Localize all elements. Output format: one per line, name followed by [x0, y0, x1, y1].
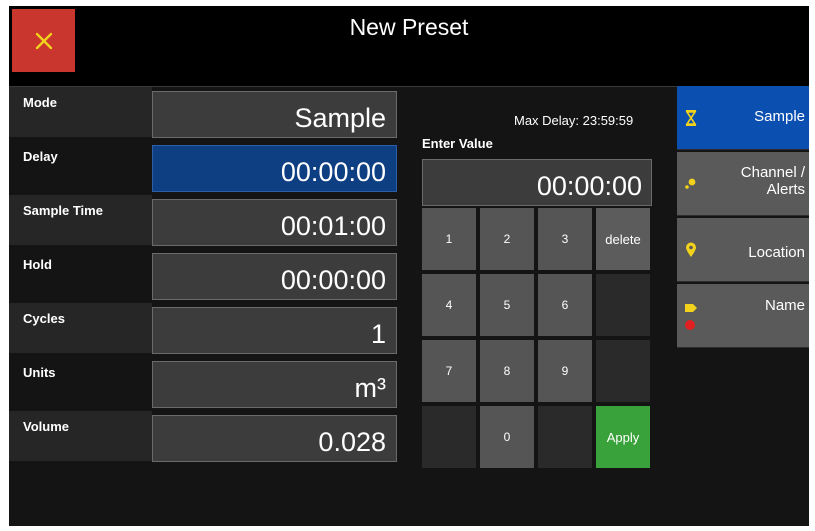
- app-screen: New Preset Mode Sample Delay 00:00:00 Sa…: [9, 6, 809, 526]
- preset-form: Mode Sample Delay 00:00:00 Sample Time 0…: [9, 86, 677, 526]
- tab-channel-alerts[interactable]: Channel / Alerts: [677, 152, 809, 216]
- tab-label: Channel / Alerts: [740, 164, 805, 198]
- sample-time-field[interactable]: 00:01:00: [152, 199, 397, 246]
- key-6[interactable]: 6: [538, 274, 592, 336]
- key-9[interactable]: 9: [538, 340, 592, 402]
- blank-key: [596, 274, 650, 336]
- sidebar: Sample Channel / Alerts Location Name: [677, 86, 809, 526]
- apply-button[interactable]: Apply: [596, 406, 650, 468]
- key-3[interactable]: 3: [538, 208, 592, 270]
- cycles-field[interactable]: 1: [152, 307, 397, 354]
- tag-icon: [683, 284, 699, 348]
- volume-field[interactable]: 0.028: [152, 415, 397, 462]
- blank-key: [596, 340, 650, 402]
- key-8[interactable]: 8: [480, 340, 534, 402]
- alerts-icon: [683, 152, 699, 216]
- value-display: 00:00:00: [422, 159, 652, 206]
- enter-value-label: Enter Value: [422, 136, 493, 151]
- delay-field[interactable]: 00:00:00: [152, 145, 397, 192]
- key-7[interactable]: 7: [422, 340, 476, 402]
- hold-field[interactable]: 00:00:00: [152, 253, 397, 300]
- page-title: New Preset: [349, 14, 469, 40]
- tab-label: Name: [764, 297, 805, 314]
- units-label: Units: [23, 365, 56, 380]
- hourglass-icon: [683, 86, 699, 150]
- blank-key: [538, 406, 592, 468]
- max-delay-text: Max Delay: 23:59:59: [514, 113, 634, 128]
- volume-label: Volume: [9, 411, 152, 461]
- tab-label: Location: [748, 244, 805, 261]
- tab-label: Sample: [754, 108, 805, 125]
- key-0[interactable]: 0: [480, 406, 534, 468]
- blank-key: [422, 406, 476, 468]
- tab-sample[interactable]: Sample: [677, 86, 809, 150]
- mode-label: Mode: [9, 87, 152, 137]
- delete-button[interactable]: delete: [596, 208, 650, 270]
- cycles-label: Cycles: [9, 303, 152, 353]
- sample-time-label: Sample Time: [9, 195, 152, 245]
- key-1[interactable]: 1: [422, 208, 476, 270]
- key-4[interactable]: 4: [422, 274, 476, 336]
- key-5[interactable]: 5: [480, 274, 534, 336]
- tab-name[interactable]: Name: [677, 284, 809, 348]
- key-2[interactable]: 2: [480, 208, 534, 270]
- delay-label: Delay: [23, 149, 58, 164]
- tab-location[interactable]: Location: [677, 218, 809, 282]
- title-bar: New Preset: [9, 6, 809, 86]
- mode-field[interactable]: Sample: [152, 91, 397, 138]
- units-field[interactable]: m³: [152, 361, 397, 408]
- location-pin-icon: [683, 218, 699, 282]
- hold-label: Hold: [23, 257, 52, 272]
